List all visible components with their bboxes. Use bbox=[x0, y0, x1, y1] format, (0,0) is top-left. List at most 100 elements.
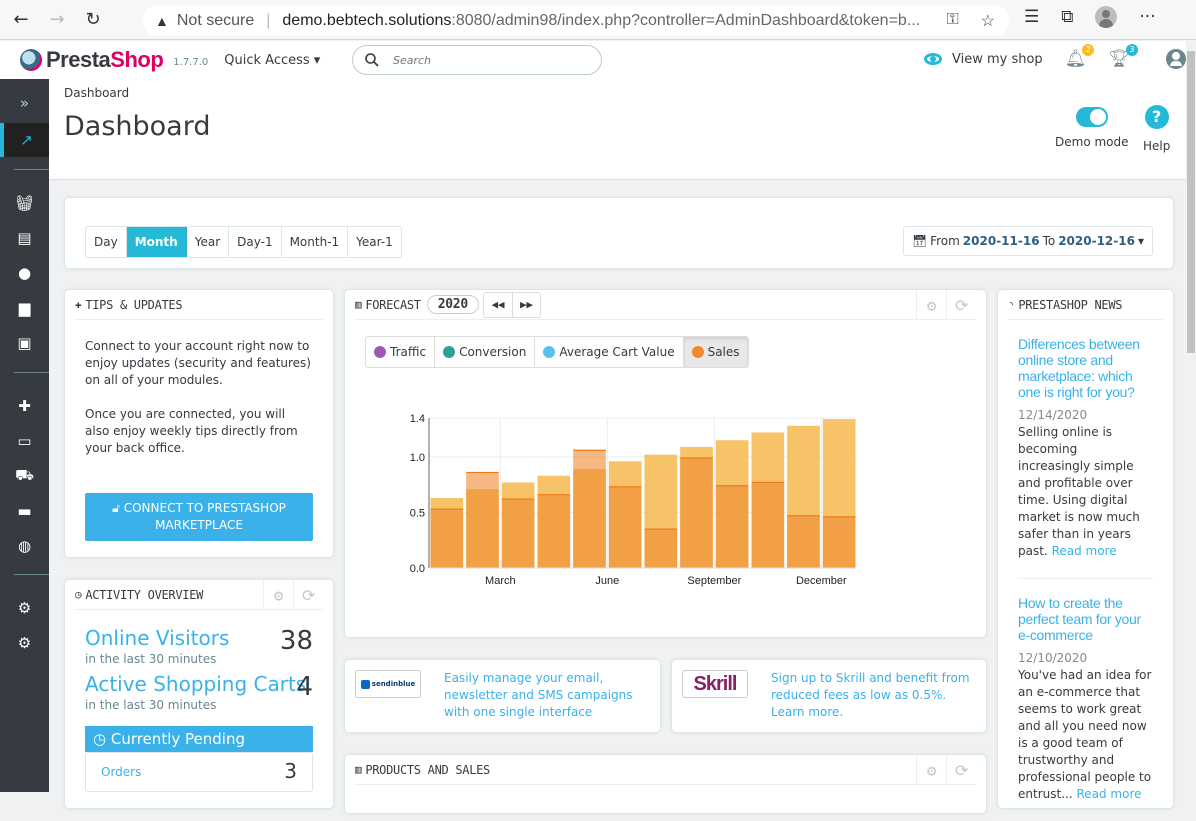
prestashop-logo[interactable]: PrestaShop bbox=[20, 47, 164, 73]
sales-bar bbox=[573, 450, 606, 568]
sales-bar bbox=[715, 485, 749, 568]
previous-year-button[interactable]: ◀◀ bbox=[484, 293, 512, 317]
sidebar-divider bbox=[14, 372, 49, 373]
products-sales-panel: ▥ PRODUCTS AND SALES ⚙ ⟳ bbox=[344, 754, 987, 814]
sidebar-item-dashboard[interactable]: ↗ bbox=[0, 123, 49, 157]
skrill-text[interactable]: Sign up to Skrill and benefit from reduc… bbox=[771, 670, 971, 721]
next-year-button[interactable]: ▶▶ bbox=[511, 292, 540, 317]
active-carts-link[interactable]: Active Shopping Carts bbox=[85, 672, 313, 696]
page-title: Dashboard bbox=[64, 111, 211, 142]
sidebar-item-shop-parameters[interactable]: ⚙ bbox=[0, 591, 49, 625]
toggle-switch[interactable] bbox=[1075, 107, 1108, 127]
back-button[interactable]: ← bbox=[6, 5, 36, 35]
orders-trophy[interactable]: 🏆︎ 3 bbox=[1108, 44, 1138, 69]
orders-badge: 3 bbox=[1125, 44, 1138, 56]
forecast-year[interactable]: 2020 bbox=[426, 295, 479, 314]
sales-bar bbox=[644, 529, 678, 568]
prestashop-news-panel: ◝ PRESTASHOP NEWS Differences between onl… bbox=[997, 289, 1174, 809]
news-title-link[interactable]: How to create the perfect team for your … bbox=[1018, 595, 1153, 643]
news-date: 12/10/2020 bbox=[1018, 651, 1088, 665]
address-bar[interactable]: ▲ Not secure | demo.bebtech.solutions:80… bbox=[143, 5, 1009, 36]
notifications-bell[interactable]: 🔔︎ 2 bbox=[1065, 44, 1095, 69]
period-year-button[interactable]: Year bbox=[187, 227, 230, 257]
sales-bar bbox=[787, 515, 820, 568]
puffin-logo-icon bbox=[20, 49, 42, 71]
read-more-link[interactable]: Read more bbox=[1076, 787, 1141, 801]
legend-average-cart-value[interactable]: Average Cart Value bbox=[535, 337, 684, 367]
sidebar-item-orders[interactable]: 🧺︎ bbox=[0, 186, 49, 220]
online-visitors-row: Online Visitors 38 in the last 30 minute… bbox=[85, 626, 313, 666]
active-carts-value: 4 bbox=[296, 672, 313, 702]
demo-mode-toggle[interactable]: Demo mode bbox=[1055, 107, 1129, 149]
more-menu-icon[interactable]: ··· bbox=[1139, 7, 1155, 27]
legend-traffic[interactable]: Traffic bbox=[366, 337, 436, 367]
sidebar-item-advanced-parameters[interactable]: ⚙ bbox=[0, 626, 49, 660]
sidebar-item-catalog[interactable]: ▤ bbox=[0, 221, 49, 255]
skrill-logo: Skrill bbox=[682, 670, 748, 698]
truck-icon: ⛟ bbox=[15, 466, 34, 484]
sidebar-item-stats[interactable]: ▣ bbox=[0, 326, 49, 360]
sendinblue-ad[interactable]: sendinblue Easily manage your email, new… bbox=[344, 659, 661, 733]
breadcrumb[interactable]: Dashboard bbox=[64, 86, 129, 100]
legend-sales[interactable]: Sales bbox=[683, 337, 748, 367]
legend-conversion[interactable]: Conversion bbox=[435, 337, 536, 367]
sidebar-item-customers[interactable]: ● bbox=[0, 256, 49, 290]
scrollbar-thumb[interactable] bbox=[1187, 51, 1195, 353]
sidebar-item-modules[interactable]: ✚ bbox=[0, 389, 49, 423]
x-tick-label: March bbox=[485, 575, 516, 587]
y-tick-label: 1.0 bbox=[410, 452, 425, 464]
refresh-icon[interactable]: ⟳ bbox=[293, 580, 323, 610]
x-tick-label: June bbox=[595, 575, 619, 587]
browser-profile-icon[interactable] bbox=[1095, 6, 1118, 28]
sidebar-item-shipping[interactable]: ⛟ bbox=[0, 459, 49, 493]
reload-button[interactable]: ↻ bbox=[78, 5, 108, 35]
view-my-shop-link[interactable]: View my shop bbox=[924, 52, 1043, 67]
skrill-ad[interactable]: Skrill Sign up to Skrill and benefit fro… bbox=[671, 659, 987, 733]
sidebar-expand-icon[interactable]: » bbox=[0, 86, 49, 120]
sidebar-item-international[interactable]: ◍ bbox=[0, 529, 49, 563]
url-text: demo.bebtech.solutions:8080/admin98/inde… bbox=[282, 11, 921, 29]
sidebar-item-design[interactable]: ▭ bbox=[0, 424, 49, 458]
favorite-star-icon[interactable]: ☆ bbox=[981, 11, 995, 31]
sidebar-item-customer-service[interactable]: ▆ bbox=[0, 291, 49, 325]
account-circle-icon: ● bbox=[17, 264, 32, 282]
help-button[interactable]: ? Help bbox=[1143, 105, 1170, 153]
date-range-panel: Day Month Year Day-1 Month-1 Year-1 📅︎ F… bbox=[64, 197, 1174, 269]
x-tick-label: September bbox=[687, 575, 741, 587]
panel-title: ACTIVITY OVERVIEW bbox=[85, 587, 204, 602]
clock-icon: ◷ bbox=[93, 730, 111, 748]
search-input[interactable] bbox=[393, 53, 573, 67]
period-previous-year-button[interactable]: Year-1 bbox=[348, 227, 401, 257]
pending-orders-link[interactable]: Orders bbox=[101, 765, 141, 779]
read-more-link[interactable]: Read more bbox=[1052, 544, 1117, 558]
key-icon[interactable]: ⚿ bbox=[946, 11, 958, 31]
forecast-panel: ▥ FORECAST 2020 ◀◀ ▶▶ ⚙ ⟳ Traffic Conversi… bbox=[344, 289, 987, 638]
connect-marketplace-button[interactable]: 🔓︎ CONNECT TO PRESTASHOP MARKETPLACE bbox=[85, 493, 313, 541]
period-month-button[interactable]: Month bbox=[126, 227, 187, 257]
sidebar-item-payment[interactable]: ▬ bbox=[0, 494, 49, 528]
chat-icon: ▆ bbox=[18, 299, 31, 317]
period-previous-day-button[interactable]: Day-1 bbox=[229, 227, 282, 257]
page-scrollbar[interactable] bbox=[1186, 41, 1196, 792]
configure-gear-icon[interactable]: ⚙ bbox=[263, 580, 293, 610]
date-range-picker[interactable]: 📅︎ From 2020-11-16 To 2020-12-16 ▾ bbox=[902, 226, 1153, 256]
period-previous-month-button[interactable]: Month-1 bbox=[282, 227, 349, 257]
refresh-icon[interactable]: ⟳ bbox=[946, 755, 976, 785]
period-day-button[interactable]: Day bbox=[86, 227, 127, 257]
x-tick-label: December bbox=[796, 575, 847, 587]
quick-access-dropdown[interactable]: Quick Access ▾ bbox=[224, 53, 320, 68]
online-visitors-link[interactable]: Online Visitors bbox=[85, 626, 313, 650]
configure-gear-icon[interactable]: ⚙ bbox=[916, 290, 946, 320]
news-title-link[interactable]: Differences between online store and mar… bbox=[1018, 336, 1153, 400]
configure-gear-icon[interactable]: ⚙ bbox=[916, 755, 946, 785]
news-item: How to create the perfect team for your … bbox=[1018, 579, 1153, 821]
help-question-icon: ? bbox=[1144, 105, 1169, 129]
sales-bar bbox=[822, 516, 856, 568]
employee-profile-icon[interactable] bbox=[1165, 49, 1186, 69]
forward-button[interactable]: → bbox=[42, 5, 72, 35]
sendinblue-text[interactable]: Easily manage your email, newsletter and… bbox=[444, 670, 644, 721]
refresh-icon[interactable]: ⟳ bbox=[946, 290, 976, 320]
collections-icon[interactable]: ⧉ bbox=[1061, 7, 1073, 27]
search-box[interactable] bbox=[352, 45, 602, 75]
favorites-list-icon[interactable]: ☰ bbox=[1024, 7, 1039, 27]
